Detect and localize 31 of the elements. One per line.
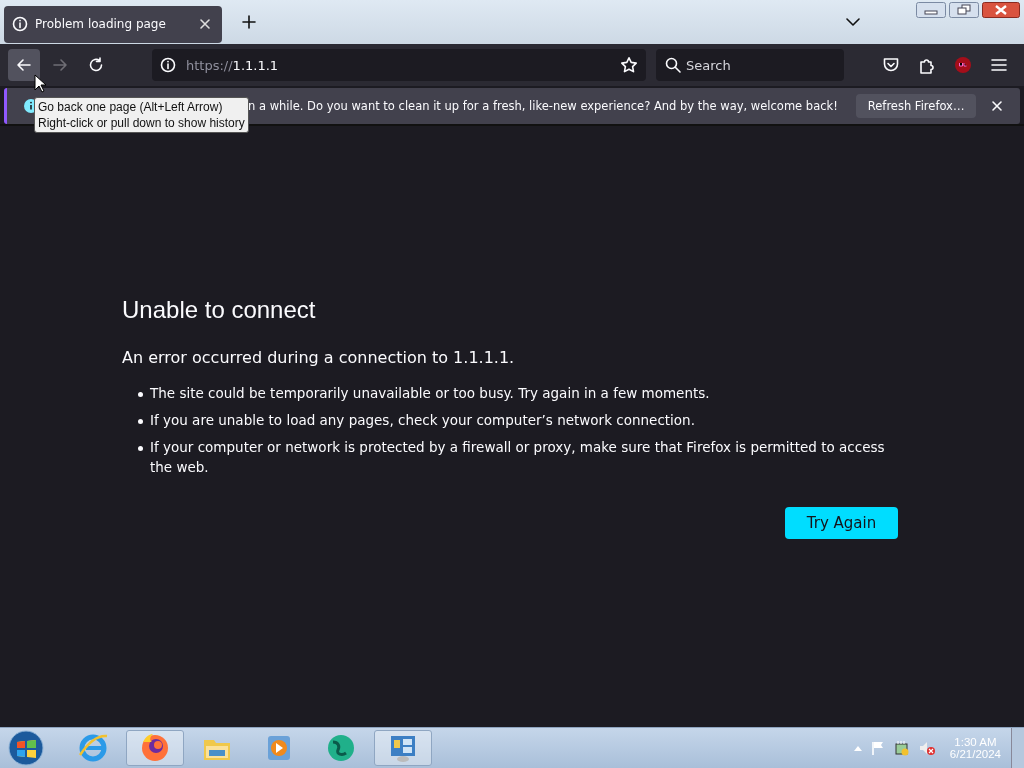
bullet-dot: [138, 419, 143, 424]
pocket-icon[interactable]: [882, 56, 900, 74]
start-orb-icon[interactable]: [8, 730, 44, 766]
list-item-text: If your computer or network is protected by a firewall or proxy, make sure that Firefox is permitted to access the web.: [150, 438, 886, 477]
network-icon[interactable]: [893, 740, 910, 756]
puzzle-piece-icon[interactable]: [918, 56, 936, 74]
menu-icon[interactable]: [990, 56, 1008, 74]
error-description: An error occurred during a connection to 1.1.1.1.: [122, 348, 516, 367]
try-again-button[interactable]: Try Again: [785, 507, 898, 539]
search-field[interactable]: Search: [656, 49, 844, 81]
list-item-text: The site could be temporarily unavailable or too busy. Try again in a few moments.: [150, 384, 710, 403]
error-title: Unable to connect: [122, 296, 317, 324]
star-icon[interactable]: [620, 56, 638, 74]
address-field[interactable]: https://1.1.1.1: [152, 49, 646, 81]
close-icon[interactable]: [982, 2, 1020, 18]
info-icon[interactable]: [160, 57, 176, 73]
muted-speaker-icon[interactable]: [917, 740, 936, 756]
mouse-pointer-icon: [34, 74, 46, 93]
info-icon: [12, 16, 28, 32]
minimize-icon[interactable]: [916, 2, 946, 18]
bullet-dot: [138, 392, 143, 397]
bullet-dot: [138, 446, 143, 451]
search-icon: [665, 57, 681, 73]
refresh-button[interactable]: Refresh Firefox…: [855, 94, 977, 118]
control-panel-icon[interactable]: [374, 730, 432, 766]
browser-icon[interactable]: [126, 730, 184, 766]
list-item-text: If you are unable to load any pages, check your computer’s network connection.: [150, 411, 695, 430]
tooltip: Go back one page (Alt+Left Arrow) Right-click or pull down to show history: [34, 97, 249, 133]
browser-tab[interactable]: Problem loading page: [4, 5, 222, 43]
notification-message: n a while. Do you want to clean it up for a fresh, like-new experience? And by the way, welcome back!: [248, 99, 838, 113]
restore-icon[interactable]: [949, 2, 979, 18]
